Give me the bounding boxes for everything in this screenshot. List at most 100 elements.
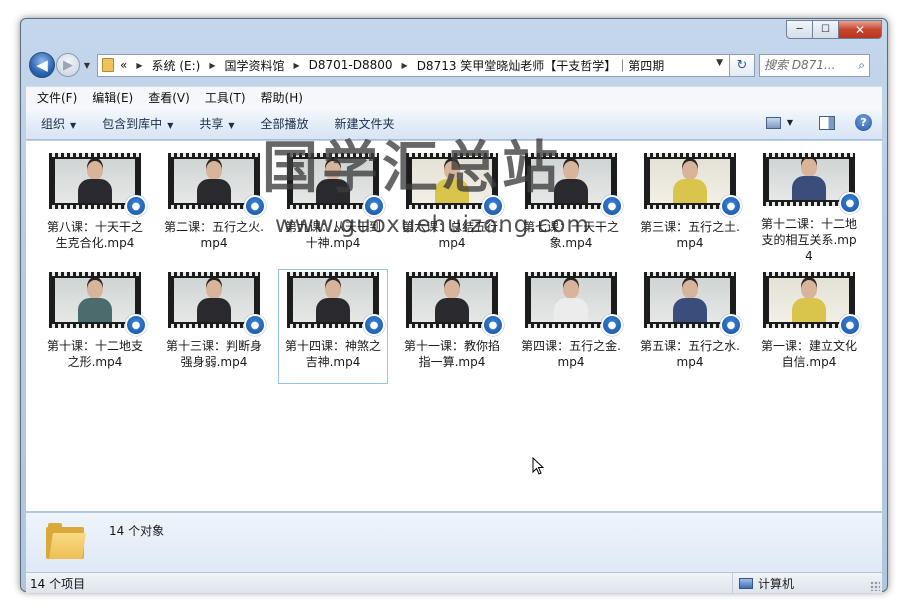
file-name: 第一课：建立文化自信.mp4 bbox=[760, 339, 857, 369]
include-library-button[interactable]: 包含到库中 ▼ bbox=[102, 115, 173, 132]
maximize-button[interactable]: ☐ bbox=[812, 20, 838, 39]
status-location: 计算机 bbox=[732, 573, 794, 594]
file-item[interactable]: ● 第十二课：十二地支的相互关系.mp4 bbox=[754, 150, 864, 265]
file-item[interactable]: ● 第十四课：神煞之吉神.mp4 bbox=[278, 269, 388, 384]
menu-edit[interactable]: 编辑(E) bbox=[92, 89, 133, 106]
search-box[interactable]: ⌕ bbox=[759, 53, 870, 77]
search-input[interactable] bbox=[764, 58, 846, 72]
forward-button[interactable]: ▶ bbox=[56, 53, 80, 77]
media-player-icon: ● bbox=[601, 314, 623, 336]
filmstrip-edge bbox=[525, 272, 617, 276]
filmstrip-edge bbox=[287, 272, 379, 276]
share-button[interactable]: 共享 ▼ bbox=[199, 115, 234, 132]
presenter-figure bbox=[554, 280, 588, 322]
presenter-figure bbox=[78, 280, 112, 322]
breadcrumb-overflow[interactable]: « bbox=[120, 58, 127, 72]
file-item[interactable]: ● 第八课：十天干之生克合化.mp4 bbox=[40, 150, 150, 265]
file-name: 第三课：五行之土.mp4 bbox=[640, 220, 740, 250]
organize-label: 组织 bbox=[41, 117, 66, 131]
file-item[interactable]: ● 第四课：五行之金.mp4 bbox=[516, 269, 626, 384]
object-count: 14 个对象 bbox=[109, 524, 165, 538]
breadcrumb-separator-icon[interactable]: ▶ bbox=[293, 61, 299, 70]
presenter-figure bbox=[316, 280, 350, 322]
video-thumbnail: ● bbox=[287, 272, 385, 336]
file-name: 第十四课：神煞之吉神.mp4 bbox=[284, 339, 381, 369]
media-player-icon: ● bbox=[482, 314, 504, 336]
file-name: 第二课：五行之火.mp4 bbox=[164, 220, 264, 250]
file-name: 第五课：五行之水.mp4 bbox=[640, 339, 740, 369]
folder-icon bbox=[102, 58, 114, 72]
video-frame bbox=[650, 278, 730, 322]
menu-file[interactable]: 文件(F) bbox=[37, 89, 77, 106]
presenter-figure bbox=[673, 161, 707, 203]
recent-pages-button[interactable]: ▼ bbox=[81, 61, 93, 70]
help-icon[interactable]: ? bbox=[855, 114, 872, 131]
presenter-figure bbox=[673, 280, 707, 322]
video-thumbnail: ● bbox=[644, 153, 742, 217]
media-player-icon: ● bbox=[720, 314, 742, 336]
media-player-icon: ● bbox=[720, 195, 742, 217]
preview-pane-icon[interactable] bbox=[819, 115, 835, 130]
breadcrumb-library[interactable]: 国学资料馆 bbox=[224, 57, 284, 74]
breadcrumb-separator-icon[interactable]: ▶ bbox=[209, 61, 215, 70]
file-item[interactable]: ● 第十一课：教你掐指一算.mp4 bbox=[397, 269, 507, 384]
file-item[interactable]: ● 第十三课：判断身强身弱.mp4 bbox=[159, 269, 269, 384]
filmstrip-edge bbox=[644, 272, 736, 276]
presenter-figure bbox=[197, 280, 231, 322]
menu-view[interactable]: 查看(V) bbox=[148, 89, 190, 106]
search-icon[interactable]: ⌕ bbox=[858, 58, 865, 73]
media-player-icon: ● bbox=[839, 192, 861, 214]
address-dropdown-icon[interactable]: ▼ bbox=[716, 58, 723, 68]
close-button[interactable]: ✕ bbox=[838, 20, 882, 39]
file-item[interactable]: ● 第五课：五行之水.mp4 bbox=[635, 269, 745, 384]
breadcrumb-separator-icon[interactable]: ▶ bbox=[136, 61, 142, 70]
presenter-figure bbox=[78, 161, 112, 203]
file-item[interactable]: ● 第三课：五行之土.mp4 bbox=[635, 150, 745, 265]
watermark-text: 国学汇总站 bbox=[262, 135, 562, 201]
media-player-icon: ● bbox=[601, 195, 623, 217]
file-item[interactable]: ● 第二课：五行之火.mp4 bbox=[159, 150, 269, 265]
video-thumbnail: ● bbox=[525, 272, 623, 336]
resize-grip[interactable] bbox=[870, 581, 880, 591]
menu-tools[interactable]: 工具(T) bbox=[205, 89, 246, 106]
media-player-icon: ● bbox=[125, 314, 147, 336]
breadcrumb-range[interactable]: D8701-D8800 bbox=[309, 58, 393, 72]
video-thumbnail: ● bbox=[644, 272, 742, 336]
status-bar: 14 个项目 计算机 bbox=[26, 572, 882, 594]
refresh-button[interactable]: ↻ bbox=[730, 53, 755, 77]
back-arrow-icon: ◀ bbox=[36, 56, 48, 74]
menu-help[interactable]: 帮助(H) bbox=[261, 89, 303, 106]
chevron-down-icon: ▼ bbox=[167, 121, 174, 130]
filmstrip-edge bbox=[168, 153, 260, 157]
back-button[interactable]: ◀ bbox=[29, 52, 55, 78]
include-library-label: 包含到库中 bbox=[102, 117, 163, 131]
change-view-icon[interactable] bbox=[765, 116, 781, 129]
breadcrumb-separator-icon[interactable]: ▶ bbox=[402, 61, 408, 70]
watermark-url: www.guoxuehuizong.com bbox=[275, 212, 590, 238]
file-name: 第八课：十天干之生克合化.mp4 bbox=[46, 220, 143, 250]
presenter-figure bbox=[792, 280, 826, 322]
address-bar[interactable]: « ▶ 系统 (E:) ▶ 国学资料馆 ▶ D8701-D8800 ▶ D871… bbox=[97, 53, 730, 77]
video-thumbnail: ● bbox=[49, 272, 147, 336]
presenter-figure bbox=[197, 161, 231, 203]
filmstrip-edge bbox=[763, 153, 855, 157]
video-frame bbox=[55, 159, 135, 203]
chevron-down-icon: ▼ bbox=[70, 121, 77, 130]
video-frame bbox=[531, 278, 611, 322]
chevron-down-icon: ▼ bbox=[228, 121, 235, 130]
file-item[interactable]: ● 第十课：十二地支之形.mp4 bbox=[40, 269, 150, 384]
presenter-figure bbox=[435, 280, 469, 322]
view-options-icon[interactable]: ▼ bbox=[787, 118, 793, 127]
breadcrumb-drive[interactable]: 系统 (E:) bbox=[152, 57, 201, 74]
breadcrumb-current[interactable]: D8713 笑甲堂晓灿老师【干支哲学】｜第四期 bbox=[417, 57, 665, 74]
refresh-icon: ↻ bbox=[736, 57, 748, 73]
file-item[interactable]: ● 第一课：建立文化自信.mp4 bbox=[754, 269, 864, 384]
file-name: 第十二课：十二地支的相互关系.mp4 bbox=[760, 217, 857, 263]
minimize-button[interactable]: ─ bbox=[786, 20, 812, 39]
video-frame bbox=[412, 278, 492, 322]
media-player-icon: ● bbox=[125, 195, 147, 217]
organize-button[interactable]: 组织 ▼ bbox=[41, 115, 76, 132]
video-thumbnail: ● bbox=[168, 272, 266, 336]
video-thumbnail: ● bbox=[49, 153, 147, 217]
video-frame bbox=[55, 278, 135, 322]
